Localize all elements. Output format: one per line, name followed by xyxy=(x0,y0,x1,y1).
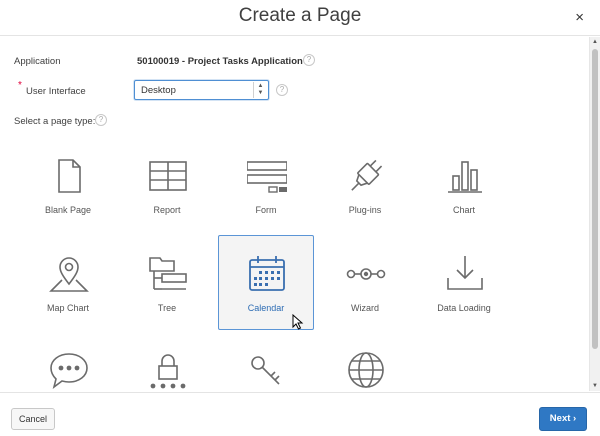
page-type-label-text: Map Chart xyxy=(46,303,90,313)
page-type-label-text: Form xyxy=(255,205,277,215)
user-interface-label: User Interface xyxy=(26,86,86,97)
close-icon[interactable]: × xyxy=(575,9,584,26)
create-page-dialog: Create a Page × Application 50100019 - P… xyxy=(0,0,600,436)
page-type-chart[interactable]: Chart xyxy=(416,137,512,232)
data-loading-icon xyxy=(447,256,483,290)
scroll-down-icon[interactable]: ▼ xyxy=(592,383,598,389)
map-pin-icon xyxy=(49,257,89,292)
page-type-data-loading[interactable]: Data Loading xyxy=(416,235,512,330)
cancel-button[interactable]: Cancel xyxy=(11,408,55,430)
page-type-plug-ins[interactable]: Plug-ins xyxy=(317,137,413,232)
page-type-help-icon[interactable]: ? xyxy=(95,114,107,126)
form-icon xyxy=(247,161,287,193)
plug-icon xyxy=(351,159,383,191)
page-type-label-text: Tree xyxy=(157,303,177,313)
scroll-thumb[interactable] xyxy=(592,49,598,349)
report-icon xyxy=(149,161,187,191)
page-type-access-control[interactable] xyxy=(218,333,314,391)
page-type-label: Select a page type: xyxy=(14,116,96,127)
globe-icon xyxy=(348,352,384,388)
lock-icon xyxy=(150,354,186,389)
page-type-label-text: Report xyxy=(153,205,181,215)
page-type-tree[interactable]: Tree xyxy=(119,235,215,330)
page-type-label-text: Plug-ins xyxy=(348,205,382,215)
page-type-label-text: Wizard xyxy=(350,303,379,313)
application-help-icon[interactable]: ? xyxy=(303,54,315,66)
mouse-cursor-icon xyxy=(292,314,304,330)
dialog-footer: Cancel Next › xyxy=(0,392,600,436)
vertical-scrollbar[interactable]: ▲ ▼ xyxy=(589,37,600,391)
calendar-icon xyxy=(249,256,285,291)
chevron-right-icon: › xyxy=(573,413,577,424)
user-interface-help-icon[interactable]: ? xyxy=(276,84,288,96)
page-type-blank-page[interactable]: Blank Page xyxy=(20,137,116,232)
next-button-label: Next xyxy=(549,413,571,424)
dialog-body: Application 50100019 - Project Tasks App… xyxy=(0,37,589,391)
required-marker: * xyxy=(18,80,22,91)
page-type-form[interactable]: Form xyxy=(218,137,314,232)
wizard-icon xyxy=(346,268,386,280)
page-type-chat[interactable] xyxy=(20,333,116,391)
page-type-map-chart[interactable]: Map Chart xyxy=(20,235,116,330)
next-button[interactable]: Next › xyxy=(539,407,587,431)
page-type-label-text: Chart xyxy=(452,205,475,215)
chat-bubble-icon xyxy=(50,353,88,389)
chart-icon xyxy=(448,161,482,193)
user-interface-value: Desktop xyxy=(141,85,176,96)
page-type-label-text: Data Loading xyxy=(437,303,491,313)
page-type-login[interactable] xyxy=(119,333,215,391)
page-type-label-text: Blank Page xyxy=(44,205,92,215)
page-type-label-text: Calendar xyxy=(247,303,285,313)
chevron-up-down-icon: ▲ ▼ xyxy=(253,82,267,98)
user-interface-select[interactable]: Desktop ▲ ▼ xyxy=(134,80,269,100)
blank-page-icon xyxy=(58,159,81,193)
key-icon xyxy=(251,356,280,385)
application-label: Application xyxy=(14,56,61,67)
tree-icon xyxy=(149,257,187,290)
dialog-title: Create a Page xyxy=(238,5,362,26)
dialog-header: Create a Page × xyxy=(0,0,600,36)
scroll-up-icon[interactable]: ▲ xyxy=(592,39,598,45)
page-type-wizard[interactable]: Wizard xyxy=(317,235,413,330)
application-value: 50100019 - Project Tasks Application xyxy=(137,56,303,67)
page-type-global[interactable] xyxy=(317,333,413,391)
page-type-report[interactable]: Report xyxy=(119,137,215,232)
